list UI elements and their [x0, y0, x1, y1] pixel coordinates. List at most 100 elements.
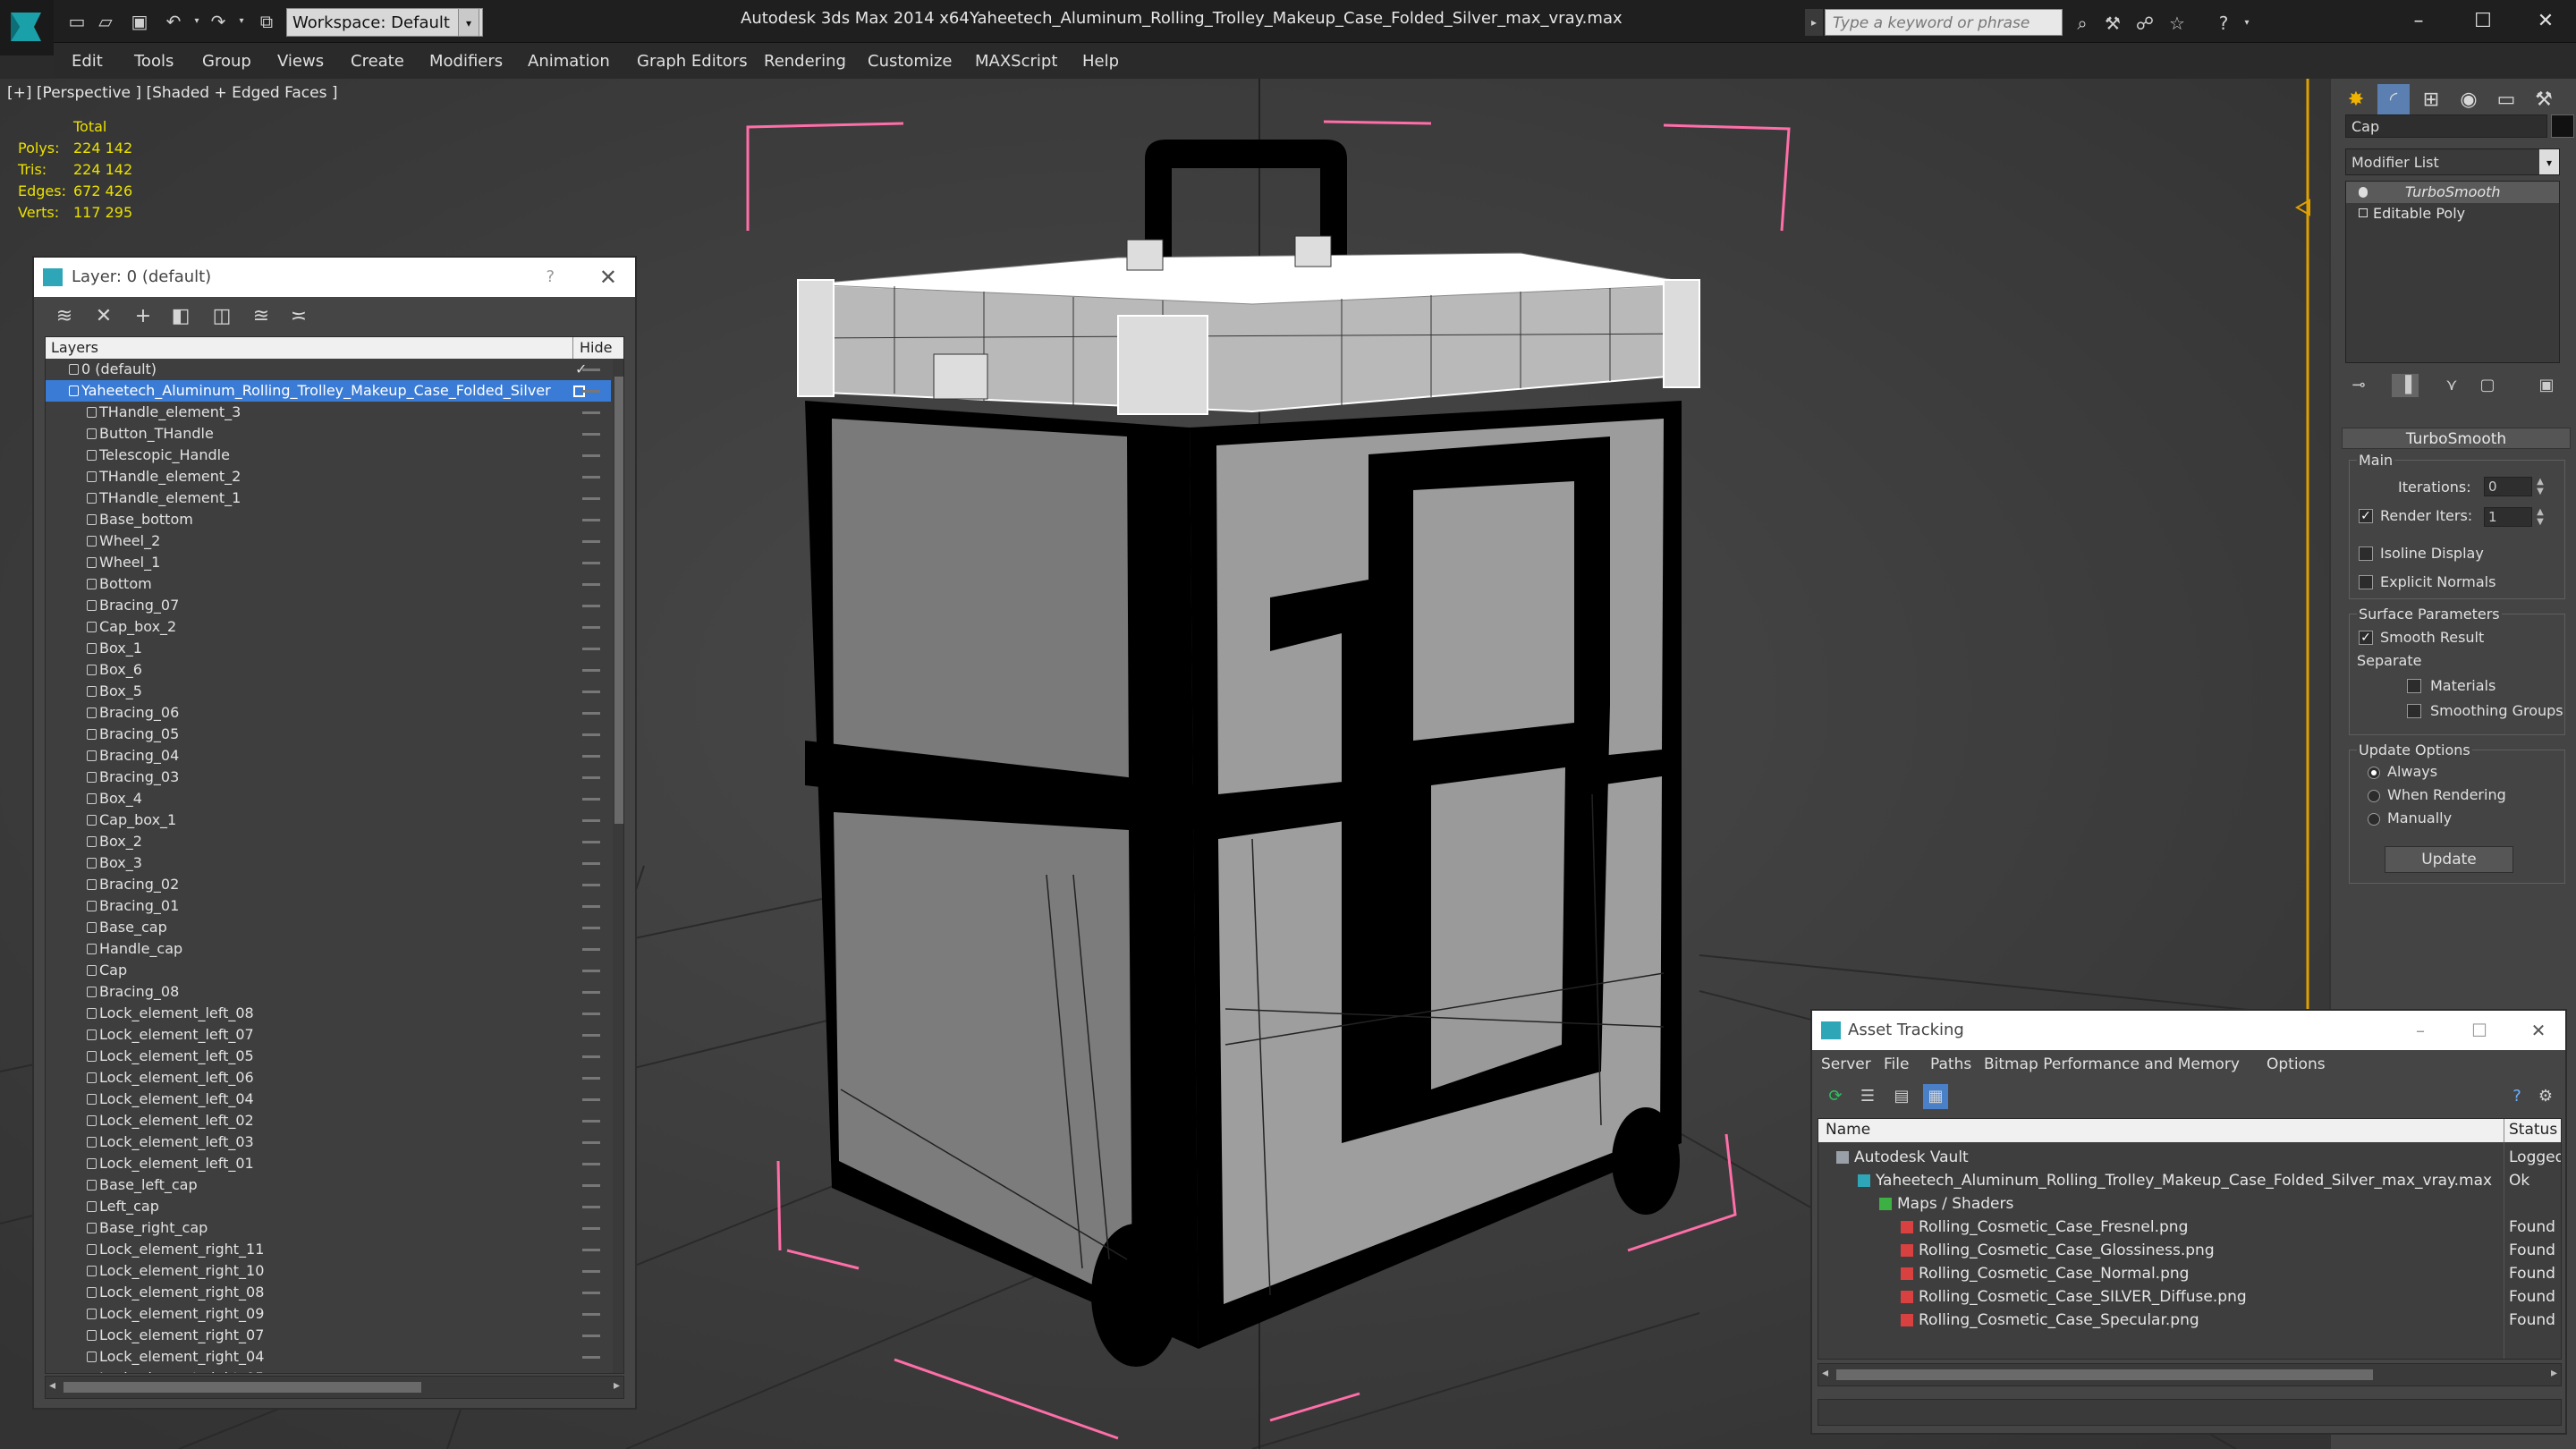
maximize-icon[interactable]: ☐ [2456, 4, 2510, 39]
asset-row[interactable]: Yaheetech_Aluminum_Rolling_Trolley_Makeu… [1818, 1169, 2561, 1192]
hide-toggle[interactable] [582, 390, 600, 393]
app-logo[interactable] [0, 0, 54, 55]
hide-toggle[interactable] [582, 476, 600, 479]
render-iters-checkbox[interactable]: ✓ [2359, 509, 2373, 523]
update-button[interactable]: Update [2385, 846, 2513, 873]
hide-toggle[interactable] [582, 1120, 600, 1123]
hide-toggle[interactable] [582, 712, 600, 715]
hide-toggle[interactable] [582, 1292, 600, 1294]
hide-toggle[interactable] [582, 1206, 600, 1208]
project-folder-icon[interactable]: ⧉ [254, 9, 279, 34]
hide-toggle[interactable] [582, 1335, 600, 1337]
object-name-field[interactable]: Cap [2345, 114, 2547, 138]
remove-modifier-icon[interactable]: ▢ [2474, 374, 2501, 397]
layer-row[interactable]: Yaheetech_Aluminum_Rolling_Trolley_Makeu… [46, 380, 611, 402]
layer-row[interactable]: Box_4 [46, 788, 611, 809]
layer-row[interactable]: Base_left_cap [46, 1174, 611, 1196]
asset-row[interactable]: Autodesk Vault Logged [1818, 1146, 2561, 1169]
menu-rendering[interactable]: Rendering [764, 52, 846, 71]
subscription-icon[interactable]: ⚒ [2100, 11, 2125, 36]
asset-horizontal-scrollbar[interactable]: ◂ ▸ [1818, 1363, 2562, 1386]
refresh-icon[interactable]: ⟳ [1823, 1084, 1848, 1109]
spinner-arrows-icon[interactable]: ▲ ▼ [2534, 507, 2546, 527]
hide-toggle[interactable] [582, 583, 600, 586]
layer-row[interactable]: Lock_element_right_07 [46, 1325, 611, 1346]
hide-toggle[interactable] [582, 1227, 600, 1230]
hide-toggle[interactable] [582, 927, 600, 929]
hide-toggle[interactable] [582, 862, 600, 865]
layer-row[interactable]: Lock_element_right_05 [46, 1368, 611, 1373]
show-end-result-icon[interactable]: ▐ [2392, 374, 2419, 397]
layer-row[interactable]: Cap_box_2 [46, 616, 611, 638]
configure-sets-icon[interactable]: ▣ [2533, 374, 2560, 397]
hide-toggle[interactable] [582, 691, 600, 693]
help-icon[interactable]: ? [546, 258, 555, 297]
new-file-icon[interactable]: ▭ [64, 9, 89, 34]
asset-menu-file[interactable]: File [1884, 1055, 1909, 1073]
layer-row[interactable]: Bracing_01 [46, 895, 611, 917]
workspace-selector[interactable]: Workspace: Default ▾ [286, 8, 483, 37]
scroll-thumb[interactable] [64, 1382, 421, 1393]
menu-tools[interactable]: Tools [134, 52, 174, 71]
hide-toggle[interactable] [582, 905, 600, 908]
close-icon[interactable]: ✕ [2519, 4, 2572, 39]
layer-row[interactable]: Box_6 [46, 659, 611, 681]
binoculars-icon[interactable]: ⌕ [2070, 11, 2095, 36]
hide-toggle[interactable] [582, 1184, 600, 1187]
layer-row[interactable]: Lock_element_left_08 [46, 1003, 611, 1024]
hide-toggle[interactable] [582, 948, 600, 951]
menu-views[interactable]: Views [277, 52, 324, 71]
hide-toggle[interactable] [582, 1055, 600, 1058]
layer-row[interactable]: Box_2 [46, 831, 611, 852]
stack-item-editable-poly[interactable]: Editable Poly [2346, 203, 2559, 225]
layer-row[interactable]: Box_1 [46, 638, 611, 659]
update-manually-radio[interactable] [2368, 813, 2380, 826]
layer-row[interactable]: Cap_box_1 [46, 809, 611, 831]
layer-row[interactable]: Lock_element_right_10 [46, 1260, 611, 1282]
column-status[interactable]: Status [2509, 1121, 2557, 1139]
explicit-normals-checkbox[interactable] [2359, 575, 2373, 589]
layer-row[interactable]: Base_right_cap [46, 1217, 611, 1239]
isoline-display-checkbox[interactable] [2359, 547, 2373, 561]
minimize-icon[interactable]: – [2392, 4, 2445, 39]
scroll-thumb[interactable] [1836, 1369, 2373, 1380]
list-view-icon[interactable]: ☰ [1855, 1084, 1880, 1109]
layer-row[interactable]: Bracing_08 [46, 981, 611, 1003]
layer-row[interactable]: Lock_element_left_06 [46, 1067, 611, 1089]
asset-row[interactable]: Rolling_Cosmetic_Case_SILVER_Diffuse.png… [1818, 1285, 2561, 1309]
close-icon[interactable]: ✕ [599, 258, 617, 297]
layer-row[interactable]: THandle_element_2 [46, 466, 611, 487]
scroll-thumb[interactable] [614, 377, 623, 824]
modifier-list-dropdown[interactable]: Modifier List ▾ [2345, 148, 2560, 175]
hide-toggle[interactable] [582, 1098, 600, 1101]
help-icon[interactable]: ? [2504, 1084, 2529, 1109]
motion-tab-icon[interactable]: ◉ [2453, 84, 2485, 116]
hide-toggle[interactable] [582, 1163, 600, 1165]
create-layer-icon[interactable]: ≋ [52, 304, 77, 329]
layer-row[interactable]: Lock_element_right_08 [46, 1282, 611, 1303]
settings-icon[interactable]: ⚙ [2533, 1084, 2558, 1109]
layer-row[interactable]: Cap [46, 960, 611, 981]
layer-row[interactable]: Box_3 [46, 852, 611, 874]
menu-group[interactable]: Group [202, 52, 251, 71]
maximize-icon[interactable]: ☐ [2462, 1011, 2497, 1050]
asset-row[interactable]: Rolling_Cosmetic_Case_Fresnel.png Found [1818, 1216, 2561, 1239]
minimize-icon[interactable]: – [2402, 1011, 2438, 1050]
layer-row[interactable]: Base_bottom [46, 509, 611, 530]
layer-row[interactable]: Wheel_1 [46, 552, 611, 573]
layer-row[interactable]: Lock_element_left_01 [46, 1153, 611, 1174]
hide-toggle[interactable] [582, 669, 600, 672]
hide-toggle[interactable] [582, 841, 600, 843]
workspace-dropdown-button[interactable]: ▾ [458, 8, 479, 37]
hide-toggle[interactable] [582, 626, 600, 629]
layer-row[interactable]: Bracing_02 [46, 874, 611, 895]
asset-menu-server[interactable]: Server [1821, 1055, 1871, 1073]
hide-toggle[interactable] [582, 1034, 600, 1037]
asset-menu-bitmap-performance[interactable]: Bitmap Performance and Memory [1984, 1055, 2240, 1073]
lightbulb-icon[interactable] [2359, 187, 2368, 198]
undo-icon[interactable]: ↶ [161, 9, 186, 34]
layer-row[interactable]: Wheel_2 [46, 530, 611, 552]
hide-toggle[interactable] [582, 519, 600, 521]
layer-window-titlebar[interactable]: Layer: 0 (default) ? ✕ [34, 258, 635, 297]
utilities-tab-icon[interactable]: ⚒ [2528, 84, 2560, 116]
